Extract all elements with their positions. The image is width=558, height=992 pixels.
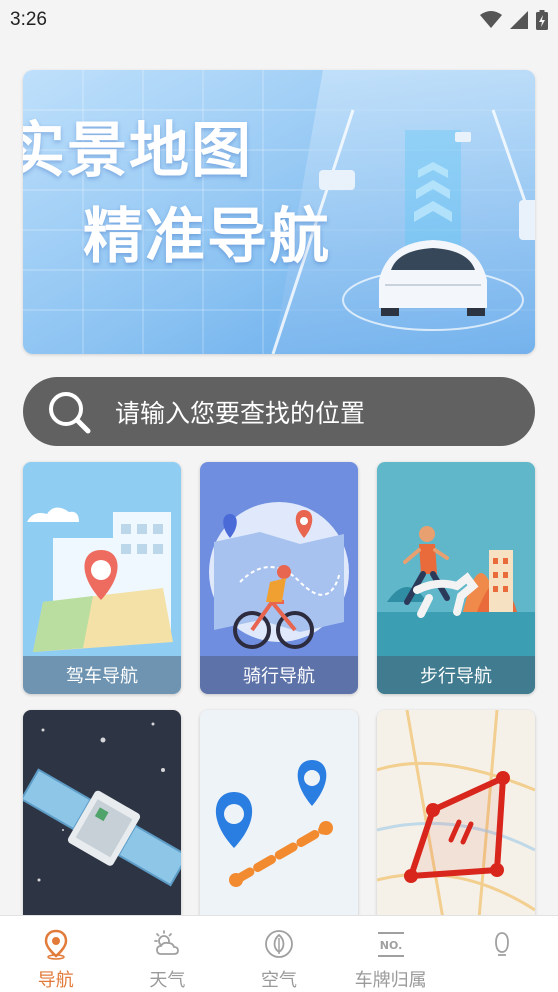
nav-label: 导航 (37, 970, 74, 991)
wifi-icon (480, 11, 502, 28)
search-placeholder: 请输入您要查找的位置 (115, 398, 366, 428)
satellite-illustration (23, 710, 181, 942)
card-label: 骑行导航 (200, 656, 358, 694)
promo-banner[interactable]: 实景地图 精准导航 (23, 70, 535, 354)
svg-text:NO.: NO. (379, 939, 402, 952)
card-walking-navigation[interactable]: 步行导航 (377, 462, 535, 694)
card-label: 步行导航 (377, 656, 535, 694)
search-icon (49, 391, 91, 433)
nav-item-air[interactable]: 空气 (223, 916, 335, 992)
search-bar[interactable]: 请输入您要查找的位置 (23, 377, 535, 446)
nav-item-more[interactable] (446, 916, 558, 992)
distance-measure-illustration (200, 710, 358, 942)
card-label: 驾车导航 (23, 656, 181, 694)
area-measure-illustration (377, 710, 535, 942)
location-pin-icon (44, 929, 68, 960)
cellular-signal-icon (510, 11, 528, 29)
card-driving-navigation[interactable]: 驾车导航 (23, 462, 181, 694)
card-distance-measure[interactable] (200, 710, 358, 942)
card-cycling-navigation[interactable]: 骑行导航 (200, 462, 358, 694)
card-area-measure[interactable] (377, 710, 535, 942)
status-time: 3:26 (10, 9, 47, 30)
status-icons (480, 10, 548, 30)
license-plate-icon: NO. (377, 932, 404, 957)
nav-item-plate-lookup[interactable]: NO. 车牌归属 (335, 916, 447, 992)
nav-label: 空气 (260, 970, 297, 991)
nav-label: 车牌归属 (354, 970, 427, 991)
bottom-nav: 导航 天气 空气 NO. 车牌归属 (0, 915, 558, 992)
nav-label: 天气 (149, 970, 186, 991)
leaf-icon (265, 930, 293, 958)
nav-item-navigation[interactable]: 导航 (0, 916, 112, 992)
app-screen: 3:26 实景地图 精准导航 请输入您要查找的位置 驾车导航 骑行导航 步行导航… (0, 0, 558, 992)
weather-icon (154, 930, 180, 955)
banner-title-line2: 精准导航 (83, 202, 331, 272)
card-satellite[interactable] (23, 710, 181, 942)
status-bar: 3:26 (0, 0, 558, 40)
nav-item-weather[interactable]: 天气 (112, 916, 224, 992)
more-icon (495, 932, 510, 956)
battery-charging-icon (536, 10, 548, 30)
banner-title-line1: 实景地图 (23, 116, 253, 186)
